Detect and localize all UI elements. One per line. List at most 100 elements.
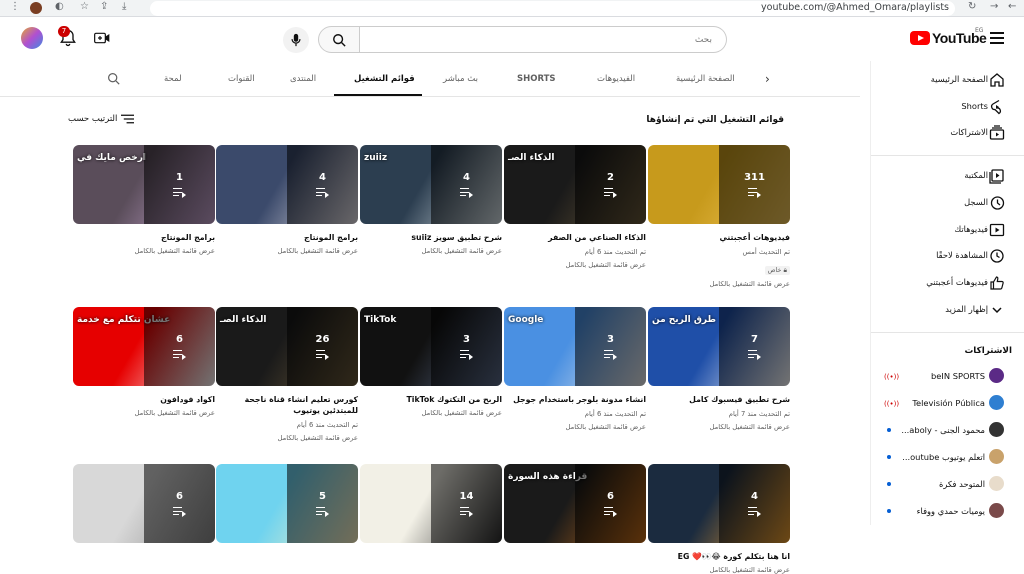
share-icon[interactable]: ⇪ <box>100 1 108 12</box>
view-full-playlist-link[interactable]: عرض قائمة التشغيل بالكامل <box>648 280 791 288</box>
tab-home[interactable]: الصفحة الرئيسية <box>676 74 735 84</box>
playlist-title[interactable]: برامج المونتاج <box>216 232 358 243</box>
playlist-updated: تم التحديث أمس <box>742 248 790 256</box>
address-bar[interactable]: youtube.com/@Ahmed_Omara/playlists <box>150 1 955 16</box>
sidebar-item-show-more[interactable]: إظهار المزيد <box>871 297 1024 323</box>
view-full-playlist-link[interactable]: عرض قائمة التشغيل بالكامل <box>648 566 791 574</box>
sidebar-item-your-videos[interactable]: فيديوهاتك <box>871 217 1024 243</box>
playlist-thumbnail[interactable]: ارخص مايك في 1 <box>73 145 215 224</box>
subscription-item[interactable]: محمود الجنى - aboly... <box>871 418 1024 444</box>
playlist-card[interactable]: عشان تتكلم مع خدمة 6 اكواد فودافون عرض قا… <box>73 307 215 417</box>
playlist-title[interactable]: اكواد فودافون <box>73 394 215 405</box>
sidebar-item-shorts[interactable]: Shorts <box>871 94 1024 120</box>
forward-icon[interactable]: → <box>990 1 998 12</box>
tab-about[interactable]: لمحة <box>164 74 182 84</box>
playlist-card[interactable]: Google 3 انشاء مدونة بلوجر باستخدام جوجل… <box>504 307 646 431</box>
tab-channels[interactable]: القنوات <box>228 74 255 84</box>
playlist-card[interactable]: 5 <box>216 464 358 543</box>
sort-button[interactable]: الترتيب حسب <box>68 114 135 124</box>
playlist-card[interactable]: 4 برامج المونتاج عرض قائمة التشغيل بالكام… <box>216 145 358 255</box>
playlist-title[interactable]: كورس تعليم انشاء قناة ناجحة للمبتدئين يو… <box>216 394 358 416</box>
view-full-playlist-link[interactable]: عرض قائمة التشغيل بالكامل <box>504 261 647 269</box>
tab-live[interactable]: بث مباشر <box>443 74 478 84</box>
sidebar-item-home[interactable]: الصفحة الرئيسية <box>871 67 1024 93</box>
view-full-playlist-link[interactable]: عرض قائمة التشغيل بالكامل <box>73 247 216 255</box>
microphone-icon <box>291 33 301 47</box>
playlist-card[interactable]: الذكاء الصـ 26 كورس تعليم انشاء قناة ناج… <box>216 307 358 442</box>
view-full-playlist-link[interactable]: عرض قائمة التشغيل بالكامل <box>648 423 791 431</box>
extensions-icon[interactable]: ◐ <box>55 1 64 12</box>
playlist-card[interactable]: 4 انا هنا بتكلم كورة 😂👀❤️ EG عرض قائمة ال… <box>648 464 790 574</box>
playlist-card[interactable]: الذكاء الصـ 2 الذكاء الصناعي من الصفر تم … <box>504 145 646 269</box>
sidebar-item-library[interactable]: المكتبة <box>871 163 1024 189</box>
bookmark-star-icon[interactable]: ☆ <box>80 1 89 12</box>
sidebar-item-history[interactable]: السجل <box>871 190 1024 216</box>
playlist-card[interactable]: طرق الربح من 7 شرح تطبيق فيسبوك كامل تم ا… <box>648 307 790 431</box>
playlist-card[interactable]: 6 <box>73 464 215 543</box>
channel-search-icon[interactable] <box>107 72 120 85</box>
subscription-item[interactable]: اتعلم يوتيوب outube... <box>871 445 1024 471</box>
sidebar-item-subscriptions[interactable]: الاشتراكات <box>871 120 1024 146</box>
voice-search-button[interactable] <box>283 27 309 53</box>
sidebar-item-label: السجل <box>964 197 988 207</box>
playlist-thumbnail[interactable]: قراءة هذه السورة 6 <box>504 464 646 543</box>
back-icon[interactable]: ← <box>1008 1 1016 12</box>
playlist-thumbnail[interactable]: 6 <box>73 464 215 543</box>
playlist-thumbnail[interactable]: 4 <box>216 145 358 224</box>
view-full-playlist-link[interactable]: عرض قائمة التشغيل بالكامل <box>73 409 216 417</box>
tab-videos[interactable]: الفيديوهات <box>597 74 635 84</box>
playlist-title[interactable]: انا هنا بتكلم كورة 😂👀❤️ EG <box>648 551 790 562</box>
playlist-title[interactable]: فيديوهات أعجبتني <box>648 232 790 243</box>
view-full-playlist-link[interactable]: عرض قائمة التشغيل بالكامل <box>360 409 503 417</box>
create-video-icon[interactable] <box>94 31 110 45</box>
playlist-card[interactable]: 311 فيديوهات أعجبتني تم التحديث أمس 🔒︎ خاص… <box>648 145 790 288</box>
playlist-card[interactable]: zuiiz 4 شرح تطبيق سويز suiiz عرض قائمة ال… <box>360 145 502 255</box>
sidebar-item-watch-later[interactable]: المشاهدة لاحقًا <box>871 243 1024 269</box>
tab-community[interactable]: المنتدى <box>290 74 316 84</box>
playlist-thumbnail[interactable]: 311 <box>648 145 790 224</box>
account-avatar[interactable] <box>21 27 43 49</box>
subscription-item[interactable]: يوميات حمدي ووفاء <box>871 499 1024 525</box>
playlist-thumbnail[interactable]: TikTok 3 <box>360 307 502 386</box>
subscription-item[interactable]: المتوحد فكرة <box>871 472 1024 498</box>
playlist-title[interactable]: برامج المونتاج <box>73 232 215 243</box>
playlist-thumbnail[interactable]: الذكاء الصـ 2 <box>504 145 646 224</box>
video-count: 4 <box>463 172 470 183</box>
playlist-thumbnail[interactable]: الذكاء الصـ 26 <box>216 307 358 386</box>
install-app-icon[interactable]: ⤓ <box>122 1 126 12</box>
playlist-thumbnail[interactable]: 4 <box>648 464 790 543</box>
tab-playlists[interactable]: قوائم التشغيل <box>354 74 415 84</box>
reload-icon[interactable]: ↻ <box>968 1 976 12</box>
playlist-title[interactable]: الذكاء الصناعي من الصفر <box>504 232 646 243</box>
playlist-thumbnail[interactable]: 5 <box>216 464 358 543</box>
view-full-playlist-link[interactable]: عرض قائمة التشغيل بالكامل <box>504 423 647 431</box>
playlist-title[interactable]: شرح تطبيق سويز suiiz <box>360 232 502 243</box>
subscription-item[interactable]: ((•)) Televisión Pública <box>871 391 1024 417</box>
playlist-card[interactable]: TikTok 3 الربح من التكتوك TikTok عرض قائم… <box>360 307 502 417</box>
playlist-card[interactable]: ارخص مايك في 1 برامج المونتاج عرض قائمة ا… <box>73 145 215 255</box>
view-full-playlist-link[interactable]: عرض قائمة التشغيل بالكامل <box>216 434 359 442</box>
youtube-logo[interactable]: YouTube EG <box>910 27 987 46</box>
playlist-thumbnail[interactable]: طرق الربح من 7 <box>648 307 790 386</box>
playlist-thumbnail[interactable]: zuiiz 4 <box>360 145 502 224</box>
tab-shorts[interactable]: SHORTS <box>517 74 556 84</box>
playlist-card[interactable]: 14 <box>360 464 502 543</box>
search-button[interactable] <box>318 26 360 53</box>
playlist-thumbnail[interactable]: عشان تتكلم مع خدمة 6 <box>73 307 215 386</box>
playlist-title[interactable]: شرح تطبيق فيسبوك كامل <box>648 394 790 405</box>
video-count: 3 <box>463 334 470 345</box>
playlist-thumbnail[interactable]: 14 <box>360 464 502 543</box>
playlist-title[interactable]: الربح من التكتوك TikTok <box>360 394 502 405</box>
chrome-menu-icon[interactable]: ⋮ <box>10 1 20 12</box>
playlist-card[interactable]: قراءة هذه السورة 6 <box>504 464 646 543</box>
view-full-playlist-link[interactable]: عرض قائمة التشغيل بالكامل <box>216 247 359 255</box>
search-input[interactable] <box>359 27 726 52</box>
playlist-title[interactable]: انشاء مدونة بلوجر باستخدام جوجل <box>504 394 646 405</box>
sidebar-item-liked[interactable]: فيديوهات أعجبتني <box>871 270 1024 296</box>
menu-hamburger-icon[interactable] <box>990 32 1004 44</box>
playlist-thumbnail[interactable]: Google 3 <box>504 307 646 386</box>
subscription-item[interactable]: ((•)) beIN SPORTS <box>871 364 1024 390</box>
tabs-scroll-left-icon[interactable]: › <box>765 72 770 86</box>
profile-avatar-icon[interactable] <box>30 2 42 14</box>
view-full-playlist-link[interactable]: عرض قائمة التشغيل بالكامل <box>360 247 503 255</box>
